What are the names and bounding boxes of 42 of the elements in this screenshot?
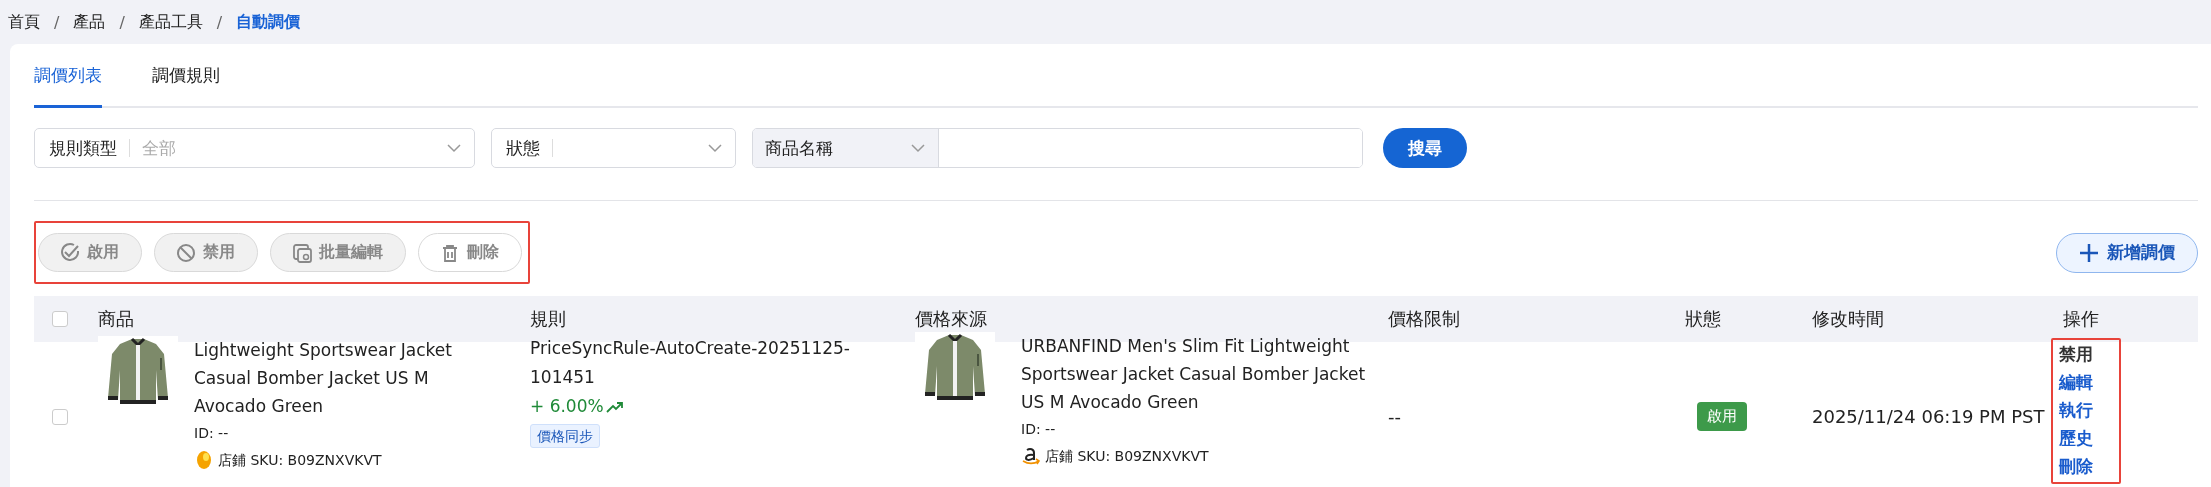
action-link[interactable]: 刪除	[2059, 452, 2093, 480]
select-field[interactable]: 狀態	[491, 128, 736, 168]
field-type-dropdown[interactable]: 商品名稱	[753, 129, 939, 167]
column-header: 修改時間	[1812, 307, 1885, 331]
add-button[interactable]: 新增調價	[2056, 232, 2198, 273]
breadcrumb-link[interactable]: 產品工具	[138, 11, 203, 33]
product-id: ID: --	[194, 424, 230, 443]
field-label: 狀態	[506, 139, 553, 157]
select-field[interactable]: 規則類型 全部	[34, 128, 475, 168]
status-badge: 啟用	[1697, 402, 1747, 431]
breadcrumb-separator: /	[54, 12, 60, 32]
dropdown-value: 商品名稱	[765, 136, 833, 160]
column-header: 商品	[98, 307, 135, 331]
breadcrumb-separator: /	[119, 12, 125, 32]
column-header: 規則	[530, 307, 567, 331]
column-header: 操作	[2063, 307, 2100, 331]
product-title[interactable]: URBANFIND Men's Slim Fit Lightweight Sportswear Jacket Casual Bomber Jacket US M Avocado Green	[1021, 332, 1371, 416]
column-header: 狀態	[1685, 307, 1722, 331]
action-link[interactable]: 歷史	[2059, 424, 2093, 452]
search-button[interactable]: 搜尋	[1383, 128, 1467, 168]
action-link[interactable]: 執行	[2059, 396, 2093, 424]
price-change: + 6.00%	[530, 395, 604, 418]
store-sku: 店鋪 SKU: B09ZNXVKVT	[1045, 447, 1209, 466]
action-link[interactable]: 編輯	[2059, 368, 2093, 396]
tab[interactable]: 調價列表	[34, 64, 102, 108]
column-header: 價格來源	[915, 307, 988, 331]
rule-tag: 價格同步	[530, 424, 600, 448]
table-cell-text: --	[1388, 406, 1402, 427]
breadcrumb-link[interactable]: 首頁	[8, 11, 40, 33]
product-title[interactable]: Lightweight Sportswear Jacket Casual Bomber Jacket US M Avocado Green	[194, 336, 494, 420]
action-link[interactable]: 禁用	[2059, 340, 2093, 368]
search-field[interactable]: 商品名稱	[752, 128, 1363, 168]
column-header: 價格限制	[1388, 307, 1461, 331]
field-value: 全部	[141, 136, 176, 160]
rule-name: PriceSyncRule-AutoCreate-20251125-101451	[530, 337, 851, 389]
table-cell-text: 2025/11/24 06:19 PM PST	[1812, 406, 2046, 427]
field-label: 規則類型	[49, 139, 130, 157]
breadcrumb-separator: /	[216, 12, 223, 32]
store-sku: 店鋪 SKU: B09ZNXVKVT	[218, 451, 382, 470]
breadcrumb-link[interactable]: 產品	[73, 11, 106, 33]
product-id: ID: --	[1021, 420, 1057, 439]
tab[interactable]: 調價規則	[152, 64, 220, 108]
